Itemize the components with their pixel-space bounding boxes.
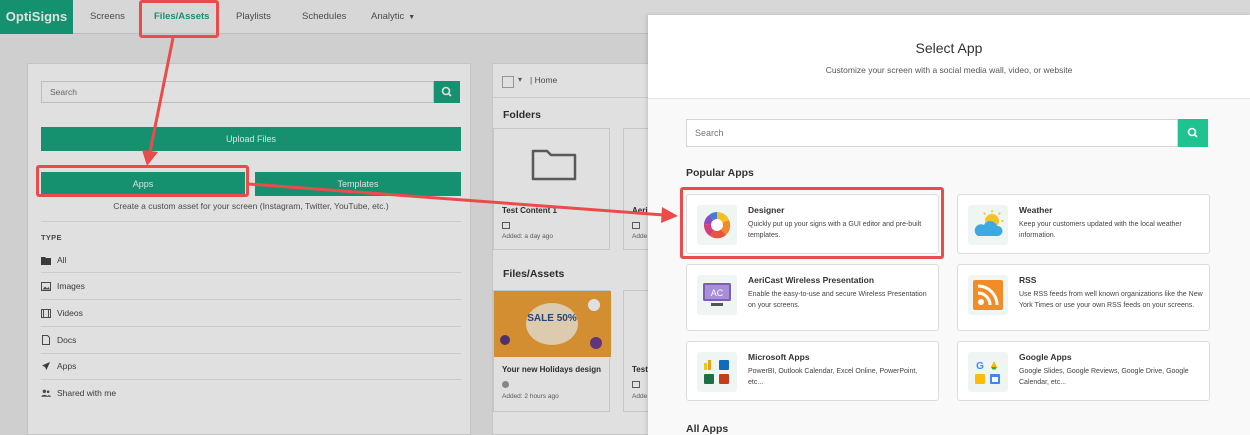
app-name: AeriCast Wireless Presentation [748,275,875,285]
app-name: RSS [1019,275,1037,285]
all-apps-title: All Apps [686,423,729,435]
highlight-files-assets [139,0,219,38]
app-description: Keep your customers updated with the loc… [1019,221,1182,239]
search-icon [1187,127,1198,138]
microsoft-apps-icon [697,352,737,392]
modal-header: Select App Customize your screen with a … [648,15,1250,99]
app-card-google[interactable]: G Google Apps Google Slides, Google Revi… [957,341,1210,401]
svg-text:G: G [976,361,984,372]
modal-body: Popular Apps Designer Quickly put up you… [648,99,1250,435]
google-apps-icon: G [968,352,1008,392]
app-search-input[interactable] [686,119,1178,147]
app-card-rss[interactable]: RSS Use RSS feeds from well known organi… [957,264,1210,331]
svg-text:AC: AC [711,288,724,298]
app-card-weather[interactable]: Weather Keep your customers updated with… [957,194,1210,254]
app-description: PowerBI, Outlook Calendar, Excel Online,… [748,368,918,386]
highlight-designer-app [680,187,944,259]
app-description: Use RSS feeds from well known organizati… [1019,291,1203,309]
aericast-monitor-icon: AC [697,275,737,315]
highlight-apps-button [36,165,249,197]
weather-sun-cloud-icon [968,205,1008,245]
app-card-microsoft[interactable]: Microsoft Apps PowerBI, Outlook Calendar… [686,341,939,401]
app-name: Google Apps [1019,352,1072,362]
app-name: Weather [1019,205,1053,215]
rss-icon [968,275,1008,315]
app-description: Enable the easy-to-use and secure Wirele… [748,291,927,309]
app-name: Microsoft Apps [748,352,810,362]
popular-apps-title: Popular Apps [686,167,754,179]
modal-title: Select App [915,40,983,56]
app-description: Google Slides, Google Reviews, Google Dr… [1019,368,1189,386]
app-search-button[interactable] [1178,119,1208,147]
modal-subtitle: Customize your screen with a social medi… [825,65,1073,75]
app-card-aericast[interactable]: AC AeriCast Wireless Presentation Enable… [686,264,939,331]
